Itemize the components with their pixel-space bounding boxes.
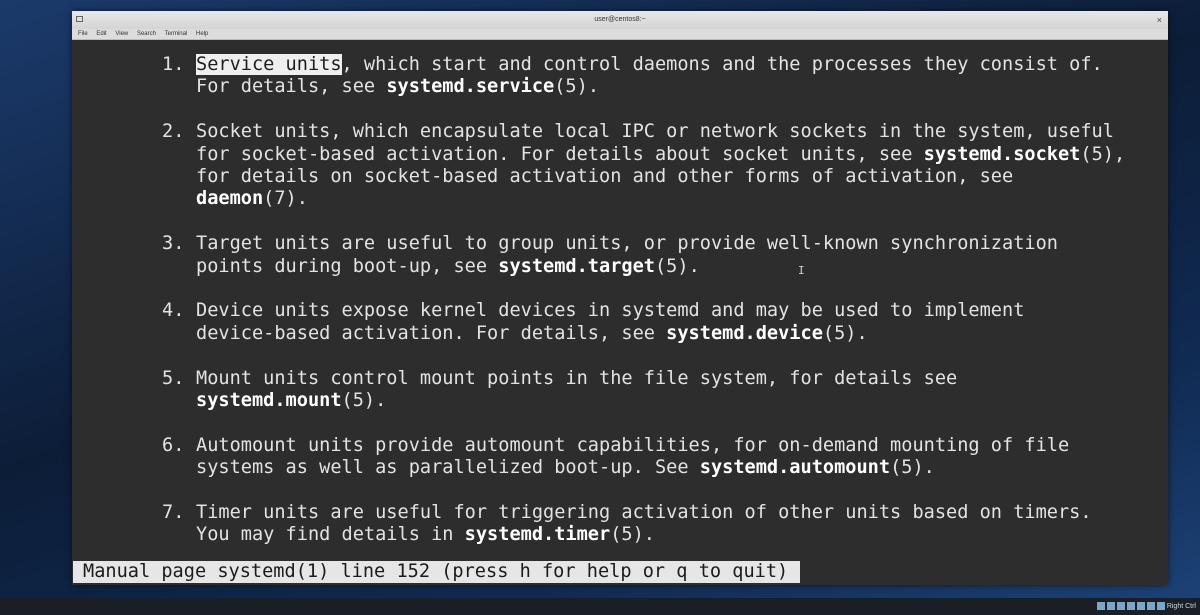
- host-key-label: Right Ctrl: [1166, 603, 1196, 610]
- text-segment: You may find details in: [196, 524, 465, 546]
- list-item-line: For details, see systemd.service(5).: [196, 76, 599, 98]
- text-segment: for socket-based activation. For details…: [196, 143, 924, 165]
- menu-edit[interactable]: Edit: [96, 31, 106, 37]
- menu-search[interactable]: Search: [137, 31, 156, 37]
- manpage-reference: systemd.automount: [699, 457, 891, 479]
- list-item-number: 3.: [162, 233, 185, 255]
- list-item-line: Automount units provide automount capabi…: [196, 435, 1069, 457]
- text-segment: Timer units are useful for triggering ac…: [196, 502, 1092, 523]
- list-item-line: systemd.mount(5).: [196, 390, 386, 412]
- list-item-number: 1.: [162, 54, 185, 75]
- window-titlebar[interactable]: user@centos8:~ ×: [72, 11, 1168, 29]
- terminal-area[interactable]: 1. Service units, which start and control…: [72, 40, 1168, 585]
- tray-usb-icon[interactable]: [1116, 602, 1125, 611]
- text-segment: (5),: [1080, 143, 1126, 165]
- text-segment: , which start and control daemons and th…: [341, 54, 1103, 75]
- text-segment: for details on socket-based activation a…: [196, 166, 1014, 187]
- list-item-line: daemon(7).: [196, 188, 308, 210]
- manpage-reference: systemd.timer: [464, 524, 611, 546]
- text-segment: device-based activation. For details, se…: [196, 322, 667, 344]
- text-segment: (5).: [890, 457, 935, 479]
- text-segment: (5).: [822, 322, 868, 344]
- list-item-line: Mount units control mount points in the …: [196, 368, 957, 390]
- search-highlight: Service units: [196, 54, 342, 75]
- text-segment: systems as well as parallelized boot-up.…: [196, 457, 700, 479]
- list-item-line: Socket units, which encapsulate local IP…: [196, 121, 1114, 143]
- tray-audio-icon[interactable]: [1126, 602, 1135, 611]
- list-item-number: 2.: [162, 121, 185, 143]
- list-item-number: 5.: [162, 367, 185, 389]
- tray-storage-icon[interactable]: [1136, 602, 1145, 611]
- menu-help[interactable]: Help: [196, 31, 208, 37]
- list-item-line: systems as well as parallelized boot-up.…: [196, 457, 935, 479]
- list-item-line: Service units, which start and control d…: [196, 54, 1103, 76]
- close-icon[interactable]: ×: [1157, 11, 1162, 29]
- manpage-reference: systemd.mount: [196, 390, 342, 411]
- menu-terminal[interactable]: Terminal: [165, 31, 188, 37]
- list-item-number: 4.: [162, 300, 185, 322]
- text-segment: For details, see: [196, 76, 387, 98]
- text-segment: Target units are useful to group units, …: [196, 233, 1058, 255]
- text-segment: (7).: [263, 188, 308, 210]
- tray-mouse-icon[interactable]: [1146, 602, 1155, 611]
- list-item-line: for details on socket-based activation a…: [196, 166, 1013, 188]
- tray-display-icon[interactable]: [1106, 602, 1115, 611]
- text-segment: points during boot-up, see: [196, 255, 499, 277]
- tray-keyboard-icon[interactable]: [1156, 602, 1165, 611]
- text-segment: Automount units provide automount capabi…: [196, 434, 1070, 456]
- list-item-line: Device units expose kernel devices in sy…: [196, 300, 1024, 322]
- manpage-reference: systemd.device: [666, 322, 823, 344]
- text-segment: (5).: [654, 255, 700, 277]
- system-tray: Right Ctrl: [1096, 601, 1196, 613]
- manpage-reference: systemd.target: [498, 255, 655, 277]
- list-item-number: 6.: [162, 434, 185, 456]
- list-item-line: device-based activation. For details, se…: [196, 323, 868, 345]
- menu-bar: File Edit View Search Terminal Help: [72, 29, 1168, 40]
- list-item-line: points during boot-up, see systemd.targe…: [196, 256, 700, 278]
- window-title: user@centos8:~: [594, 16, 646, 23]
- terminal-window-icon: [76, 16, 83, 22]
- manpage-reference: systemd.socket: [923, 143, 1081, 165]
- mouse-ibeam-cursor-icon: I: [798, 264, 805, 277]
- list-item-line: Timer units are useful for triggering ac…: [196, 502, 1092, 524]
- manpage-reference: daemon: [196, 188, 264, 210]
- text-segment: (5).: [610, 524, 655, 546]
- menu-view[interactable]: View: [115, 31, 128, 37]
- menu-file[interactable]: File: [78, 31, 88, 37]
- list-item-line: Target units are useful to group units, …: [196, 233, 1058, 255]
- text-segment: Mount units control mount points in the …: [196, 367, 958, 389]
- taskbar: [0, 598, 1200, 615]
- tray-network-icon[interactable]: [1096, 602, 1105, 611]
- list-item-line: for socket-based activation. For details…: [196, 144, 1125, 166]
- list-item-number: 7.: [162, 502, 185, 523]
- text-segment: (5).: [554, 76, 600, 98]
- terminal-window[interactable]: user@centos8:~ × File Edit View Search T…: [72, 11, 1168, 585]
- pager-status-line: Manual page systemd(1) line 152 (press h…: [73, 561, 801, 583]
- text-segment: Device units expose kernel devices in sy…: [196, 300, 1025, 322]
- text-segment: Socket units, which encapsulate local IP…: [196, 121, 1114, 143]
- manpage-reference: systemd.service: [386, 76, 555, 98]
- text-segment: (5).: [341, 390, 387, 411]
- list-item-line: You may find details in systemd.timer(5)…: [196, 524, 655, 546]
